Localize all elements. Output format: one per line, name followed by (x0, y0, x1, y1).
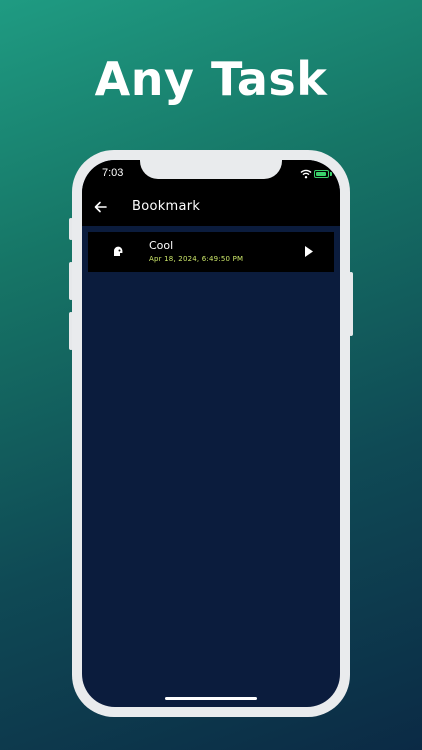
phone-screen: 7:03 Bookmark Cool Apr 18, 2024, 6:49:50… (82, 160, 340, 707)
back-arrow-icon[interactable] (94, 201, 107, 213)
promo-headline: Any Task (94, 52, 328, 106)
play-icon[interactable] (304, 245, 314, 258)
battery-tip (330, 172, 332, 176)
bookmark-title: Cool (149, 239, 174, 252)
home-indicator[interactable] (165, 697, 257, 700)
page-title: Bookmark (132, 199, 201, 214)
phone-notch (140, 160, 282, 179)
bookmark-list-item[interactable]: Cool Apr 18, 2024, 6:49:50 PM (88, 232, 334, 272)
battery-level (316, 172, 326, 176)
status-time: 7:03 (102, 167, 124, 179)
wifi-icon (300, 169, 312, 179)
bookmark-date: Apr 18, 2024, 6:49:50 PM (149, 255, 244, 263)
bookmark-item-icon (113, 246, 123, 256)
battery-icon (314, 170, 329, 178)
app-bar: Bookmark (82, 190, 340, 226)
